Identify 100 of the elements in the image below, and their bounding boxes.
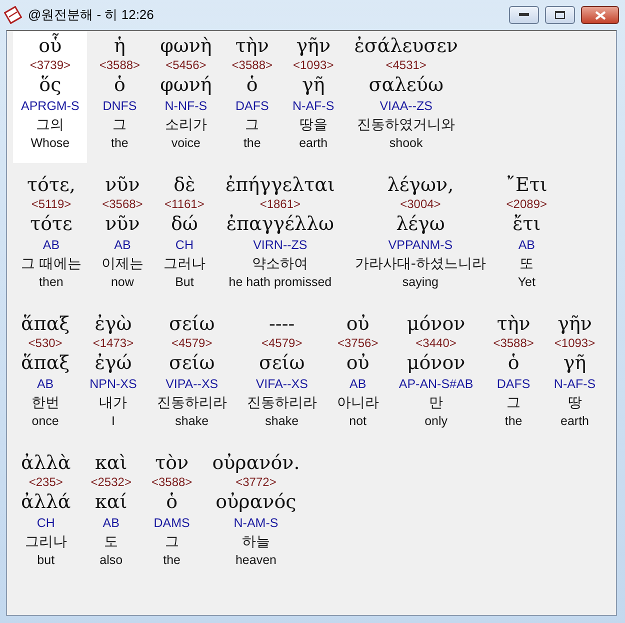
minimize-button[interactable] <box>509 6 539 24</box>
strong-number: <1861> <box>260 197 301 212</box>
korean-gloss: 아니라 <box>336 394 379 413</box>
greek-word: ῎Ετι <box>506 173 548 197</box>
greek-word: ---- <box>269 312 295 336</box>
parsing-code: N-NF-S <box>164 98 208 115</box>
lemma-word: σαλεύω <box>368 73 444 97</box>
strong-number: <5119> <box>31 197 72 212</box>
english-gloss: earth <box>560 413 589 429</box>
word-block[interactable]: οὐ <3756> οὐ AB 아니라 not <box>328 308 387 441</box>
lemma-word: ὁ <box>246 73 258 97</box>
strong-number: <4579> <box>262 336 302 351</box>
english-gloss: I <box>112 413 115 429</box>
word-block[interactable]: ῎Ετι <2089> ἔτι AB 또 Yet <box>498 169 556 302</box>
korean-gloss: 그 <box>506 394 521 413</box>
word-block[interactable]: οὗ <3739> ὅς APRGM-S 그의 Whose <box>13 31 88 163</box>
word-block[interactable]: καὶ <2532> καί AB 도 also <box>82 447 140 580</box>
english-gloss: now <box>110 274 134 290</box>
lemma-word: ὁ <box>114 73 126 97</box>
strong-number: <4531> <box>386 58 426 73</box>
word-block[interactable]: λέγων, <3004> λέγω VPPANM-S 가라사대-하셨느니라 saying <box>346 169 494 302</box>
greek-word: ἅπαξ <box>21 312 70 336</box>
english-gloss: voice <box>171 135 201 151</box>
lemma-word: τότε <box>30 212 72 236</box>
word-block[interactable]: ἐπήγγελται <1861> ἐπαγγέλλω VIRN--ZS 약소하여 he hath promissed <box>217 169 343 302</box>
english-gloss: he hath promissed <box>228 274 332 290</box>
lemma-word: σείω <box>258 351 305 375</box>
word-block[interactable]: τότε, <5119> τότε AB 그 때에는 then <box>13 169 90 302</box>
english-gloss: the <box>243 135 261 151</box>
greek-word: οὗ <box>38 34 62 58</box>
greek-word: τὴν <box>496 312 530 336</box>
parsing-code: NPN-XS <box>90 376 137 393</box>
word-block[interactable]: γῆν <1093> γῆ N-AF-S 땅을 earth <box>284 31 342 163</box>
english-gloss: heaven <box>235 552 276 568</box>
lemma-word: οὐ <box>346 351 370 375</box>
lemma-word: νῦν <box>105 212 140 236</box>
word-block[interactable]: τὴν <3588> ὁ DAFS 그 the <box>224 31 281 163</box>
korean-gloss: 땅을 <box>299 116 328 135</box>
strong-number: <2532> <box>90 475 132 490</box>
korean-gloss: 하늘 <box>242 533 270 552</box>
lemma-word: φωνή <box>160 73 212 97</box>
parsing-code: VIAA--ZS <box>380 98 432 115</box>
maximize-button[interactable] <box>545 6 575 24</box>
english-gloss: shake <box>265 413 299 429</box>
parsing-code: CH <box>36 515 55 532</box>
english-gloss: the <box>504 413 522 429</box>
korean-gloss: 한번 <box>31 394 60 413</box>
korean-gloss: 그 때에는 <box>21 255 82 274</box>
english-gloss: not <box>349 413 367 429</box>
word-block[interactable]: δὲ <1161> δώ CH 그러나 But <box>155 169 214 302</box>
korean-gloss: 또 <box>520 255 534 274</box>
word-block[interactable]: μόνον <3440> μόνον AP-AN-S#AB 만 only <box>390 308 482 441</box>
word-block[interactable]: γῆν <1093> γῆ N-AF-S 땅 earth <box>546 308 604 441</box>
greek-word: καὶ <box>95 451 128 475</box>
parsing-code: N-AF-S <box>554 376 596 393</box>
lemma-word: μόνον <box>406 351 466 375</box>
strong-number: <3772> <box>236 475 276 490</box>
lemma-word: καί <box>95 490 128 514</box>
lemma-word: ὁ <box>508 351 520 375</box>
lemma-word: σείω <box>168 351 215 375</box>
word-block[interactable]: ἅπαξ <530> ἅπαξ AB 한번 once <box>13 308 78 441</box>
lemma-word: ἐγώ <box>94 351 132 375</box>
word-block[interactable]: ἀλλὰ <235> ἀλλά CH 그리나 but <box>13 447 79 580</box>
parsing-code: VPPANM-S <box>388 237 453 254</box>
greek-word: ἀλλὰ <box>21 451 71 475</box>
english-gloss: once <box>32 413 59 429</box>
strong-number: <4579> <box>172 336 212 351</box>
close-button[interactable] <box>581 6 619 24</box>
lemma-word: ἀλλά <box>21 490 71 514</box>
parsing-code: CH <box>175 237 194 254</box>
word-block[interactable]: τὸν <3588> ὁ DAMS 그 the <box>143 447 200 580</box>
english-gloss: also <box>100 552 123 568</box>
greek-word: νῦν <box>105 173 140 197</box>
word-block[interactable]: ἐσάλευσεν <4531> σαλεύω VIAA--ZS 진동하였거니와 shook <box>346 31 466 163</box>
app-icon <box>4 6 22 24</box>
word-block[interactable]: ἡ <3588> ὁ DNFS 그 the <box>91 31 148 163</box>
greek-word: ἐγὼ <box>94 312 132 336</box>
word-block[interactable]: φωνὴ <5456> φωνή N-NF-S 소리가 voice <box>152 31 220 163</box>
word-block[interactable]: ἐγὼ <1473> ἐγώ NPN-XS 내가 I <box>82 308 145 441</box>
strong-number: <3440> <box>416 336 456 351</box>
greek-word: δὲ <box>174 173 196 197</box>
word-block[interactable]: ---- <4579> σείω VIFA--XS 진동하리라 shake <box>238 308 325 441</box>
english-gloss: then <box>39 274 64 290</box>
greek-word: σείω <box>168 312 215 336</box>
strong-number: <3588> <box>151 475 192 490</box>
word-block[interactable]: τὴν <3588> ὁ DAFS 그 the <box>485 308 542 441</box>
lemma-word: ἔτι <box>512 212 541 236</box>
word-block[interactable]: σείω <4579> σείω VIPA--XS 진동하리라 shake <box>148 308 235 441</box>
parsing-code: AB <box>114 237 131 254</box>
greek-word: τὸν <box>155 451 189 475</box>
lemma-word: γῆ <box>302 73 325 97</box>
word-block[interactable]: οὐρανόν. <3772> οὐρανός N-AM-S 하늘 heaven <box>204 447 308 580</box>
korean-gloss: 그 <box>112 116 127 135</box>
greek-word: φωνὴ <box>160 34 212 58</box>
parsing-code: N-AF-S <box>292 98 334 115</box>
parsing-code: DAFS <box>496 376 530 393</box>
word-block[interactable]: νῦν <3568> νῦν AB 이제는 now <box>93 169 152 302</box>
greek-word: οὐ <box>346 312 370 336</box>
english-gloss: Yet <box>518 274 536 290</box>
korean-gloss: 그의 <box>36 116 64 135</box>
